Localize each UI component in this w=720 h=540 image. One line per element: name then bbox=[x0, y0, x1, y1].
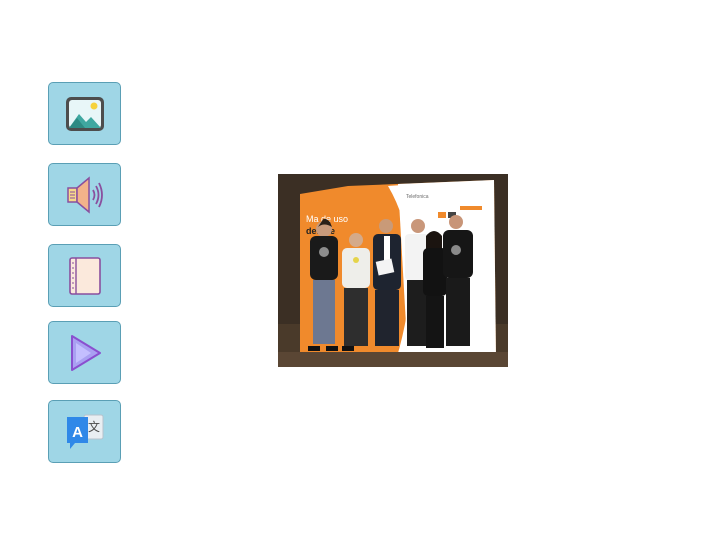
reading-button[interactable] bbox=[48, 244, 121, 307]
speaker-icon bbox=[66, 175, 103, 214]
audio-button[interactable] bbox=[48, 163, 121, 226]
image-icon bbox=[65, 96, 104, 131]
group-photo-image: Telefonica Ma de uso del are bbox=[278, 174, 508, 367]
banner-brand: Telefonica bbox=[406, 194, 429, 200]
translate-glyph-b: 文 bbox=[87, 419, 99, 434]
play-button[interactable] bbox=[48, 321, 121, 384]
image-button[interactable] bbox=[48, 82, 121, 145]
play-icon bbox=[70, 334, 101, 371]
content-photo: Telefonica Ma de uso del are bbox=[278, 174, 508, 367]
book-icon bbox=[68, 256, 101, 295]
translate-icon: A 文 bbox=[66, 414, 103, 449]
translate-button[interactable]: A 文 bbox=[48, 400, 121, 463]
translate-glyph-a: A bbox=[72, 424, 83, 441]
